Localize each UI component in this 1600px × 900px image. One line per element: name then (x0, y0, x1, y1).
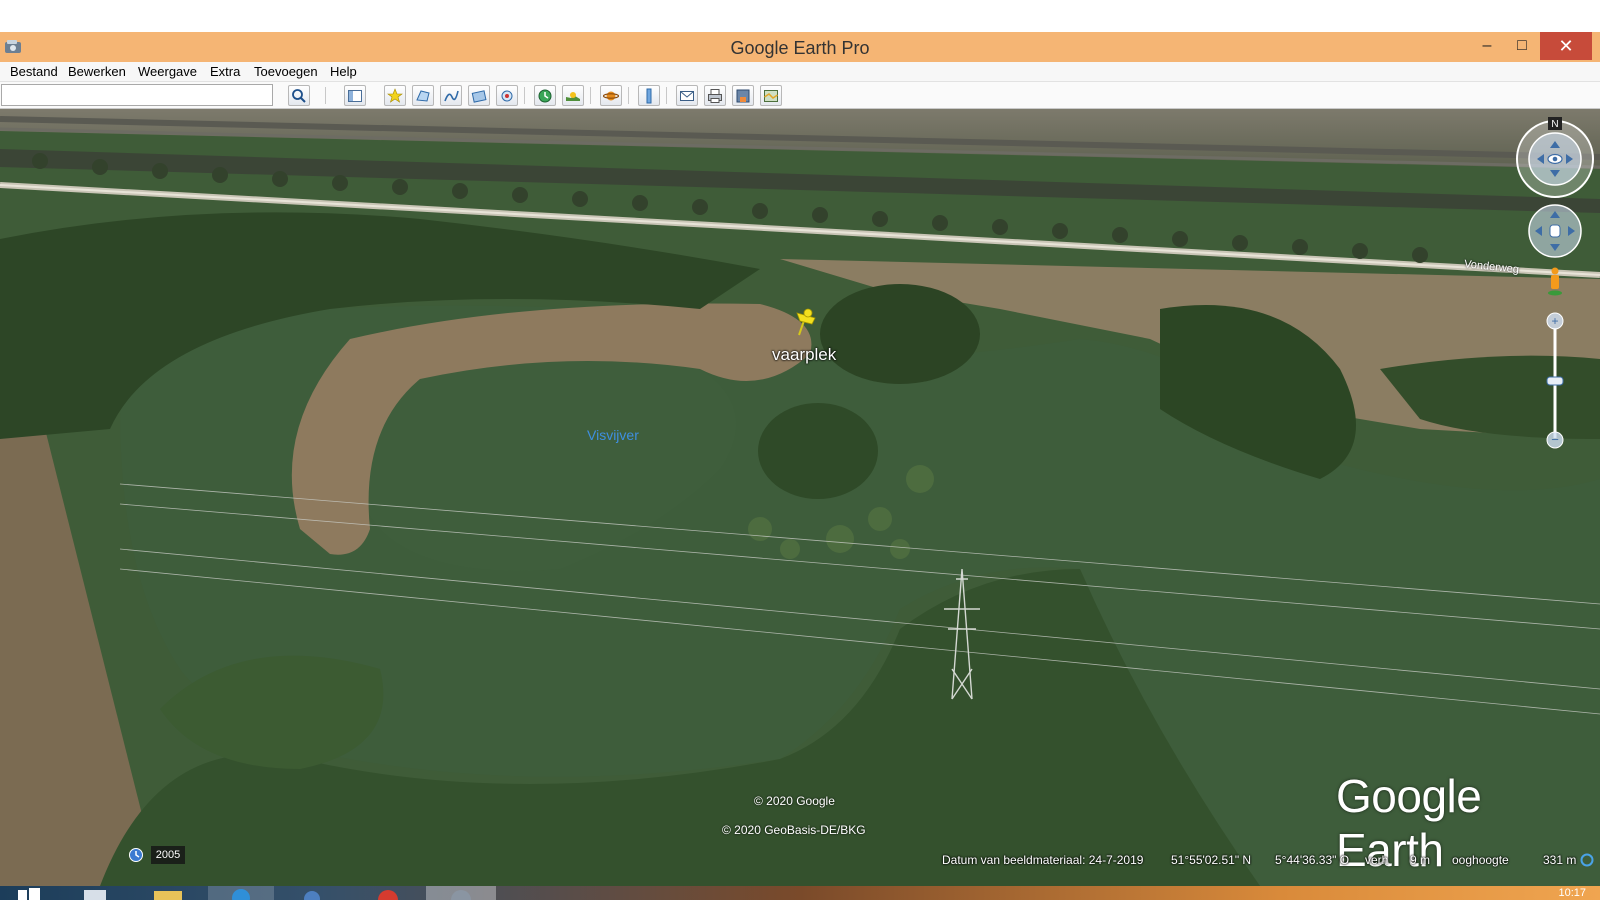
google-earth-taskbar-button[interactable] (426, 886, 496, 900)
move-joystick[interactable] (1528, 204, 1582, 258)
hand-icon (1549, 224, 1561, 238)
add-polygon-button[interactable] (412, 85, 434, 106)
search-button[interactable] (288, 85, 310, 106)
switch-to-sky-button[interactable] (600, 85, 622, 106)
menu-bar: Bestand Bewerken Weergave Extra Toevoege… (0, 62, 1600, 82)
add-image-overlay-icon (471, 90, 487, 103)
print-button[interactable] (704, 85, 726, 106)
window-title: Google Earth Pro (730, 38, 870, 58)
record-tour-icon (501, 90, 513, 102)
menu-extra[interactable]: Extra (210, 64, 240, 79)
pegman-icon[interactable] (1548, 267, 1562, 296)
windows-taskbar: 10:17 (0, 886, 1600, 900)
browser-taskbar-button[interactable] (208, 886, 274, 900)
toolbar-separator (590, 87, 591, 104)
switch-to-sky-icon (603, 91, 619, 101)
zoom-in-icon[interactable]: + (1551, 314, 1558, 328)
record-tour-button[interactable] (496, 85, 518, 106)
ruler-button[interactable] (638, 85, 660, 106)
maximize-button[interactable]: □ (1505, 32, 1539, 60)
taskbar-clock[interactable]: 10:17 (1558, 887, 1586, 899)
file-explorer-icon[interactable] (80, 886, 110, 900)
toolbar-separator (325, 87, 326, 104)
toolbar-separator (666, 87, 667, 104)
zoom-out-icon[interactable]: − (1551, 432, 1559, 447)
add-image-overlay-button[interactable] (468, 85, 490, 106)
lake-label: Visvijver (587, 427, 639, 443)
add-placemark-button[interactable] (384, 85, 406, 106)
copyright-google: © 2020 Google (754, 794, 835, 808)
menu-help[interactable]: Help (330, 64, 357, 79)
look-joystick[interactable] (1516, 120, 1594, 198)
view-in-maps-button[interactable] (760, 85, 782, 106)
title-bar: Google Earth Pro – □ ✕ (0, 32, 1600, 62)
eye-altitude-value: 331 m (1543, 853, 1577, 867)
minimize-button[interactable]: – (1470, 32, 1504, 60)
streaming-indicator-icon (1580, 853, 1594, 867)
view-in-maps-icon (764, 90, 778, 102)
copyright-geobasis: © 2020 GeoBasis-DE/BKG (722, 823, 866, 837)
save-image-icon (736, 89, 750, 103)
add-placemark-icon (387, 88, 403, 103)
zoom-slider[interactable]: + − (1546, 312, 1564, 449)
save-image-button[interactable] (732, 85, 754, 106)
folder-icon[interactable] (150, 886, 186, 900)
historical-imagery-button[interactable] (534, 85, 556, 106)
start-button[interactable] (14, 886, 44, 900)
historical-imagery-icon (538, 89, 552, 103)
menu-toevoegen[interactable]: Toevoegen (254, 64, 318, 79)
record-taskbar-icon[interactable] (370, 886, 406, 900)
sidebar-toggle-icon (348, 90, 362, 102)
placemark-label[interactable]: vaarplek (772, 345, 836, 365)
search-icon (292, 89, 306, 103)
menu-weergave[interactable]: Weergave (138, 64, 197, 79)
close-button[interactable]: ✕ (1540, 32, 1592, 60)
eye-icon (1547, 153, 1563, 165)
sidebar-toggle-button[interactable] (344, 85, 366, 106)
print-icon (708, 89, 722, 103)
ruler-icon (646, 88, 652, 104)
elevation-value: 9 m (1410, 853, 1431, 867)
navigation-controls: N + − (1512, 113, 1598, 453)
longitude-readout: 5°44'36.33" O (1275, 853, 1350, 867)
add-polygon-icon (416, 90, 430, 102)
zoom-slider-handle[interactable] (1546, 376, 1564, 386)
sunlight-icon (566, 92, 580, 101)
eye-altitude-label: ooghoogte (1452, 853, 1509, 867)
app-taskbar-icon[interactable] (294, 886, 330, 900)
elevation-label: verh (1365, 853, 1389, 867)
toolbar-separator (628, 87, 629, 104)
menu-bestand[interactable]: Bestand (10, 64, 58, 79)
svg-text:N: N (1551, 119, 1558, 130)
toolbar (0, 82, 1600, 109)
toolbar-separator (524, 87, 525, 104)
search-input[interactable] (1, 84, 273, 106)
latitude-readout: 51°55'02.51" N (1171, 853, 1252, 867)
sunlight-button[interactable] (562, 85, 584, 106)
add-path-icon (444, 90, 459, 102)
email-button[interactable] (676, 85, 698, 106)
north-compass-label[interactable]: N (1548, 117, 1562, 130)
email-icon (680, 91, 694, 101)
menu-bewerken[interactable]: Bewerken (68, 64, 126, 79)
add-path-button[interactable] (440, 85, 462, 106)
map-view[interactable]: vaarplek Visvijver Vonderweg © 2020 Goog… (0, 109, 1600, 886)
imagery-date: Datum van beeldmateriaal: 24-7-2019 (942, 853, 1144, 867)
status-bar: Datum van beeldmateriaal: 24-7-2019 51°5… (0, 851, 1600, 869)
top-blank-strip (0, 0, 1600, 32)
